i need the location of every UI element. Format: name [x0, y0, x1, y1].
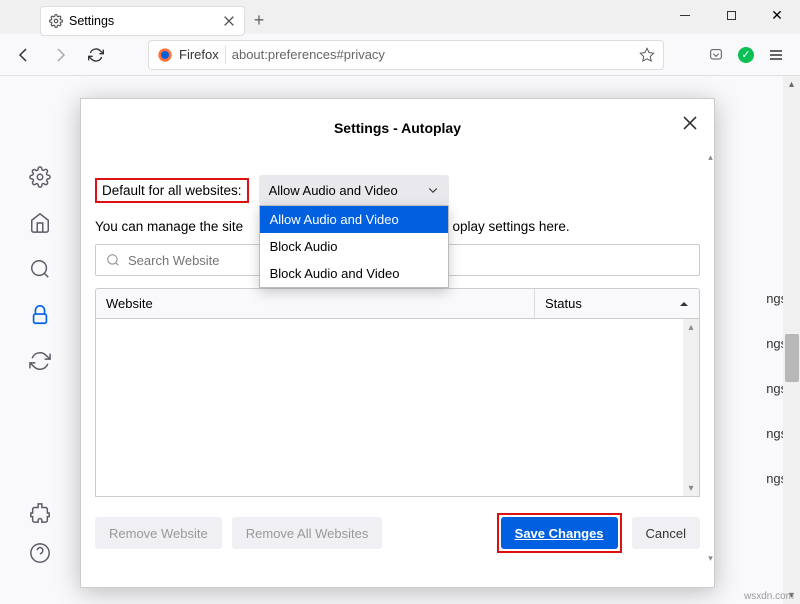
- modal-close-icon[interactable]: [680, 113, 700, 133]
- lock-icon[interactable]: [29, 304, 51, 326]
- remove-website-button[interactable]: Remove Website: [95, 517, 222, 549]
- minimize-button[interactable]: [662, 0, 708, 30]
- table-scrollbar[interactable]: ▴ ▾: [683, 319, 699, 496]
- window-close-button[interactable]: ✕: [754, 0, 800, 30]
- titlebar: Settings + ✕: [0, 0, 800, 34]
- gear-icon: [49, 14, 63, 28]
- scroll-thumb[interactable]: [785, 334, 799, 382]
- forward-button[interactable]: [46, 41, 74, 69]
- close-icon[interactable]: [222, 14, 236, 28]
- settings-sidebar: [0, 76, 80, 604]
- extensions-icon[interactable]: [29, 502, 51, 524]
- search-icon[interactable]: [29, 258, 51, 280]
- table-body: ▴ ▾: [95, 319, 700, 497]
- cancel-button[interactable]: Cancel: [632, 517, 700, 549]
- general-gear-icon[interactable]: [29, 166, 51, 188]
- dropdown-list: Allow Audio and Video Block Audio Block …: [259, 205, 449, 288]
- hamburger-menu-button[interactable]: [762, 41, 790, 69]
- default-label: Default for all websites:: [95, 178, 249, 203]
- modal-header: Settings - Autoplay: [95, 113, 700, 143]
- help-icon[interactable]: [29, 542, 51, 564]
- window-controls: ✕: [662, 0, 800, 30]
- column-website[interactable]: Website: [96, 289, 534, 318]
- scroll-down-arrow[interactable]: ▾: [683, 480, 699, 496]
- tab-title: Settings: [69, 14, 216, 28]
- scroll-down-arrow[interactable]: ▾: [707, 555, 714, 562]
- pocket-icon[interactable]: [702, 41, 730, 69]
- maximize-button[interactable]: [708, 0, 754, 30]
- url-bar[interactable]: Firefox about:preferences#privacy: [148, 40, 664, 70]
- autoplay-settings-modal: Settings - Autoplay Default for all webs…: [80, 98, 715, 588]
- save-highlight: Save Changes: [497, 513, 622, 553]
- chevron-down-icon: [427, 184, 439, 196]
- page-scrollbar[interactable]: ▴ ▾: [783, 76, 800, 604]
- browser-tab[interactable]: Settings: [40, 6, 245, 36]
- dropdown-option[interactable]: Allow Audio and Video: [260, 206, 448, 233]
- separator: [225, 46, 226, 64]
- sync-icon[interactable]: [29, 350, 51, 372]
- modal-scrollbar[interactable]: ▴ ▾: [707, 154, 714, 562]
- search-icon: [106, 253, 120, 267]
- column-status[interactable]: Status: [534, 289, 699, 318]
- bookmark-star-icon[interactable]: [639, 47, 655, 63]
- remove-all-websites-button[interactable]: Remove All Websites: [232, 517, 383, 549]
- modal-footer: Remove Website Remove All Websites Save …: [95, 513, 700, 553]
- firefox-icon: [157, 47, 173, 63]
- dropdown-option[interactable]: Block Audio: [260, 233, 448, 260]
- watermark: wsxdn.com: [744, 591, 794, 602]
- scroll-up-arrow[interactable]: ▴: [783, 76, 800, 93]
- toolbar: Firefox about:preferences#privacy ✓: [0, 34, 800, 76]
- scroll-up-arrow[interactable]: ▴: [683, 319, 699, 335]
- dropdown-value: Allow Audio and Video: [269, 183, 398, 198]
- save-changes-button[interactable]: Save Changes: [501, 517, 618, 549]
- default-row: Default for all websites: Allow Audio an…: [95, 175, 700, 205]
- modal-title: Settings - Autoplay: [334, 120, 461, 136]
- dropdown-button[interactable]: Allow Audio and Video: [259, 175, 449, 205]
- back-button[interactable]: [10, 41, 38, 69]
- scroll-up-arrow[interactable]: ▴: [707, 154, 714, 161]
- sort-arrow-icon: [679, 299, 689, 309]
- dropdown-option[interactable]: Block Audio and Video: [260, 260, 448, 287]
- extension-icon[interactable]: ✓: [738, 47, 754, 63]
- reload-button[interactable]: [82, 41, 110, 69]
- url-prefix: Firefox: [179, 47, 219, 62]
- new-tab-button[interactable]: +: [245, 6, 273, 34]
- home-icon[interactable]: [29, 212, 51, 234]
- table-header: Website Status: [95, 288, 700, 319]
- url-text: about:preferences#privacy: [232, 47, 633, 62]
- default-autoplay-dropdown[interactable]: Allow Audio and Video Allow Audio and Vi…: [259, 175, 449, 205]
